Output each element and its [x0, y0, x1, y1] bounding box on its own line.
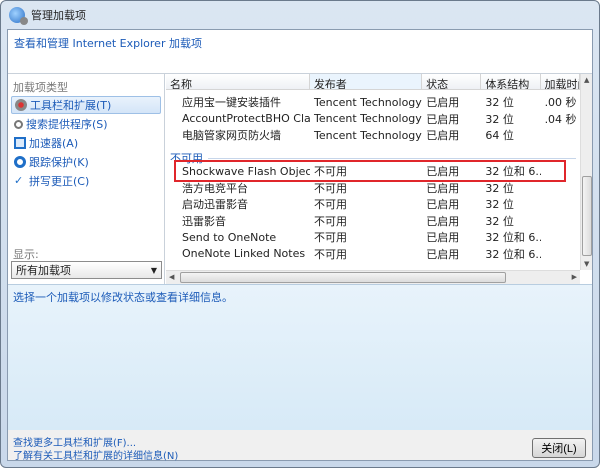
footer: 查找更多工具栏和扩展(F)... 了解有关工具栏和扩展的详细信息(N) 关闭(L…: [8, 430, 592, 462]
details-pane: 选择一个加载项以修改状态或查看详细信息。: [8, 284, 592, 430]
col-publisher[interactable]: 发布者: [309, 74, 423, 89]
cell-arch: 32 位和 6...: [485, 231, 541, 244]
col-load-time[interactable]: 加载时间: [541, 74, 580, 89]
table-row[interactable]: 应用宝一键安装插件 Tencent Technology(S... 已启用 32 位.…: [166, 94, 580, 110]
scroll-right-icon[interactable]: ▶: [572, 273, 577, 281]
cell-publisher: Tencent Technology(S...: [313, 128, 422, 142]
cell-publisher: 不可用: [313, 198, 347, 211]
addon-types-pane: 加载项类型 工具栏和扩展(T) 搜索提供程序(S) 加速器(A) 跟踪保护(K)…: [8, 74, 165, 284]
table-row[interactable]: 电脑管家网页防火墙 Tencent Technology(S... 已启用 64 位: [166, 127, 580, 143]
scroll-down-icon[interactable]: ▼: [584, 260, 589, 268]
show-caption: 显示:: [13, 248, 39, 261]
horizontal-scroll-thumb[interactable]: [180, 272, 506, 283]
cell-name: AccountProtectBHO Class: [182, 112, 310, 125]
cell-publisher: 不可用: [313, 247, 347, 261]
cell-name: 迅雷影音: [182, 214, 226, 228]
cell-status: 已启用: [426, 129, 460, 142]
addon-types-caption: 加载项类型: [13, 81, 68, 94]
cell-load-time: .00 秒: [544, 96, 577, 109]
highlight-box: [174, 160, 566, 182]
cell-name: 应用宝一键安装插件: [182, 96, 281, 109]
cell-status: 已启用: [426, 247, 460, 261]
cell-status: 已启用: [426, 112, 460, 126]
col-status[interactable]: 状态: [422, 74, 482, 89]
vertical-scrollbar[interactable]: ▲ ▼: [580, 74, 592, 270]
sidebar-item-label: 拼写更正(C): [29, 175, 90, 188]
manage-addons-window: 管理加载项 查看和管理 Internet Explorer 加载项 加载项类型 …: [0, 0, 600, 468]
cell-name: OneNote Linked Notes: [182, 247, 306, 260]
window-title: 管理加载项: [31, 9, 86, 22]
gear-icon: [15, 99, 27, 111]
cell-arch: 32 位: [485, 96, 514, 109]
cell-status: 已启用: [426, 214, 460, 228]
sidebar-item-toolbars[interactable]: 工具栏和扩展(T): [11, 96, 161, 114]
client-area: 查看和管理 Internet Explorer 加载项 加载项类型 工具栏和扩展…: [7, 29, 593, 462]
table-row[interactable]: OneNote Linked Notes 不可用 已启用 32 位和 6...: [166, 246, 580, 262]
cell-arch: 64 位: [485, 129, 514, 142]
cell-status: 已启用: [426, 96, 460, 109]
cell-publisher: Tencent Technology(S...: [313, 112, 422, 125]
cell-publisher: 不可用: [313, 214, 347, 228]
chevron-down-icon: ▼: [150, 265, 157, 275]
col-arch[interactable]: 体系结构: [481, 74, 541, 89]
scroll-left-icon[interactable]: ◀: [169, 273, 174, 281]
cell-name: 启动迅雷影音: [182, 198, 248, 211]
cell-arch: 32 位和 6...: [485, 247, 541, 261]
ie-icon: [9, 7, 28, 25]
title-bar: 管理加载项: [1, 1, 599, 29]
cell-publisher: 不可用: [313, 231, 347, 244]
show-select[interactable]: 所有加载项 ▼: [11, 261, 162, 279]
col-name[interactable]: 名称: [166, 74, 310, 89]
cell-publisher: Tencent Technology(S...: [313, 95, 422, 109]
sidebar-item-label: 加速器(A): [29, 137, 79, 150]
cell-arch: 32 位: [485, 198, 514, 211]
sidebar-item-label: 跟踪保护(K): [29, 156, 89, 169]
block-icon: [14, 156, 26, 168]
accelerator-icon: [14, 137, 26, 149]
header-link[interactable]: 查看和管理 Internet Explorer 加载项: [14, 35, 202, 51]
cell-load-time: .04 秒: [544, 112, 577, 126]
learn-more-link[interactable]: 了解有关工具栏和扩展的详细信息(N): [13, 447, 178, 462]
cell-arch: 32 位: [485, 214, 514, 228]
sidebar-item-accelerators[interactable]: 加速器(A): [11, 134, 161, 152]
cell-name: 电脑管家网页防火墙: [182, 129, 281, 142]
horizontal-scrollbar[interactable]: ◀ ▶: [166, 270, 580, 284]
sidebar-item-spelling[interactable]: ✓ 拼写更正(C): [11, 172, 161, 190]
cell-status: 已启用: [426, 198, 460, 211]
table-row[interactable]: 迅雷影音 不可用 已启用 32 位: [166, 213, 580, 229]
vertical-scroll-thumb[interactable]: [582, 176, 592, 256]
spellcheck-icon: ✓: [14, 174, 24, 187]
sidebar-item-label: 工具栏和扩展(T): [30, 99, 112, 112]
sidebar-item-search[interactable]: 搜索提供程序(S): [11, 115, 161, 133]
header: 查看和管理 Internet Explorer 加载项: [8, 30, 592, 74]
table-row[interactable]: AccountProtectBHO Class Tencent Technolog…: [166, 111, 580, 127]
table-row[interactable]: 启动迅雷影音 不可用 已启用 32 位: [166, 196, 580, 212]
cell-name: Send to OneNote: [182, 230, 277, 244]
sidebar-item-label: 搜索提供程序(S): [26, 118, 108, 131]
details-hint: 选择一个加载项以修改状态或查看详细信息。: [13, 291, 233, 304]
scroll-up-icon[interactable]: ▲: [584, 76, 589, 84]
search-icon: [14, 119, 23, 129]
close-button[interactable]: 关闭(L): [532, 438, 586, 458]
cell-status: 已启用: [426, 231, 460, 244]
show-select-value: 所有加载项: [16, 264, 71, 277]
addon-list: 名称 发布者 状态 体系结构 加载时间 应用宝一键安装插件 Tencent Tec…: [166, 74, 592, 284]
sidebar-item-tracking[interactable]: 跟踪保护(K): [11, 153, 161, 171]
table-header: 名称 发布者 状态 体系结构 加载时间: [166, 74, 580, 90]
cell-arch: 32 位: [485, 112, 514, 126]
table-row[interactable]: Send to OneNote 不可用 已启用 32 位和 6...: [166, 229, 580, 245]
